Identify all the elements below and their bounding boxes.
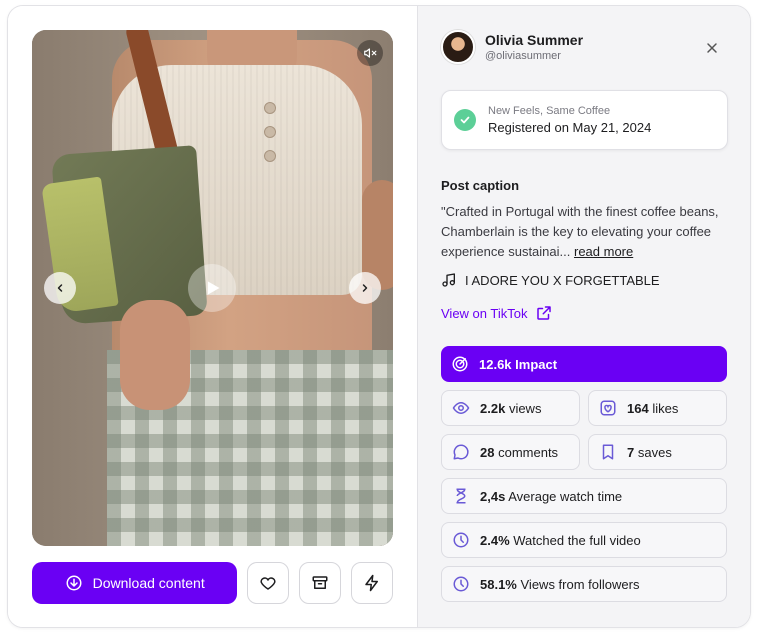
stat-comments: 28 comments: [441, 434, 580, 470]
comment-icon: [453, 444, 469, 460]
chevron-right-icon: [362, 284, 368, 292]
next-button[interactable]: [349, 272, 381, 304]
archive-icon: [312, 576, 328, 589]
bookmark-icon: [602, 444, 614, 460]
registration-date: Registered on May 21, 2024: [488, 120, 652, 135]
clock-icon: [453, 532, 469, 548]
creator-handle: @oliviasummer: [485, 50, 561, 62]
clock-icon: [453, 576, 469, 592]
check-circle-icon: [454, 109, 476, 131]
download-label: Download content: [92, 575, 205, 591]
boost-button[interactable]: [351, 562, 393, 604]
chevron-left-icon: [57, 284, 63, 292]
read-more-link[interactable]: read more: [574, 244, 633, 259]
media-panel: Download content: [8, 6, 417, 627]
target-icon: [452, 356, 468, 372]
content-detail-card: Download content Olivia Summer @oliviasu…: [7, 5, 751, 628]
download-icon: [66, 575, 82, 591]
action-bar: Download content: [32, 562, 393, 604]
archive-button[interactable]: [299, 562, 342, 604]
creator-profile[interactable]: Olivia Summer @oliviasummer: [441, 30, 583, 64]
stat-likes: 164 likes: [588, 390, 727, 426]
previous-button[interactable]: [44, 272, 76, 304]
stat-watch-time: 2,4s Average watch time: [441, 478, 727, 514]
like-button[interactable]: [247, 562, 290, 604]
avatar: [441, 30, 475, 64]
external-link-icon: [537, 306, 552, 320]
close-button[interactable]: [704, 40, 720, 56]
campaign-title: New Feels, Same Coffee: [488, 105, 611, 117]
heart-square-icon: [600, 400, 616, 416]
view-on-tiktok-link[interactable]: View on TikTok: [441, 304, 553, 322]
creator-name: Olivia Summer: [485, 32, 584, 48]
track-name: I ADORE YOU X FORGETTABLE: [465, 272, 660, 288]
play-icon: [207, 281, 220, 295]
music-track: I ADORE YOU X FORGETTABLE: [441, 272, 660, 288]
video-player[interactable]: [32, 30, 393, 546]
music-note-icon: [442, 273, 455, 287]
download-content-button[interactable]: Download content: [32, 562, 238, 604]
registration-card: New Feels, Same Coffee Registered on May…: [441, 90, 728, 150]
caption-heading: Post caption: [441, 178, 520, 193]
close-icon: [707, 43, 717, 53]
stat-followers: 58.1% Views from followers: [441, 566, 727, 602]
play-button[interactable]: [188, 264, 236, 312]
hourglass-icon: [456, 488, 466, 504]
stat-views: 2.2k views: [441, 390, 580, 426]
heart-icon: [260, 577, 276, 590]
impact-badge: 12.6k Impact: [441, 346, 727, 382]
stat-saves: 7 saves: [588, 434, 727, 470]
eye-icon: [452, 401, 470, 415]
details-panel: Olivia Summer @oliviasummer New Feels, S…: [417, 6, 750, 627]
lightning-icon: [365, 574, 379, 592]
caption-text: "Crafted in Portugal with the finest cof…: [441, 204, 719, 259]
speaker-mute-icon[interactable]: [357, 40, 383, 66]
stat-full-video: 2.4% Watched the full video: [441, 522, 727, 558]
